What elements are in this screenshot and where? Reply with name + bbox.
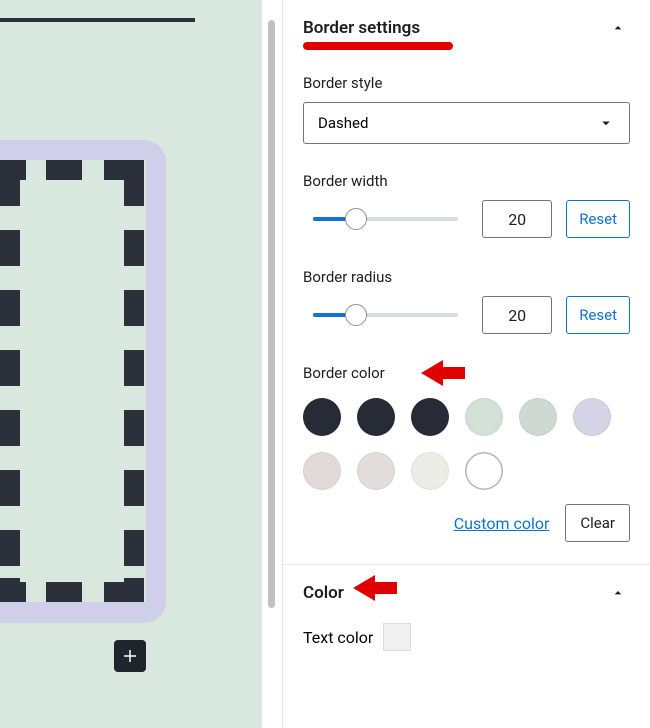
plus-icon [121, 647, 139, 665]
border-radius-slider[interactable] [303, 301, 468, 329]
chevron-up-icon [606, 16, 630, 40]
border-style-select[interactable]: Dashed [303, 102, 630, 144]
color-swatch[interactable] [465, 398, 503, 436]
border-settings-section: Border settings Border style Dashed Bord… [283, 0, 650, 565]
text-color-label: Text color [303, 628, 373, 647]
color-section: Color Text color [283, 565, 650, 651]
border-radius-field: Border radius Reset [303, 268, 630, 334]
border-color-swatches [303, 398, 630, 490]
border-width-reset[interactable]: Reset [566, 200, 630, 238]
clear-color-button[interactable]: Clear [565, 504, 630, 542]
border-settings-title: Border settings [303, 18, 420, 38]
color-swatch[interactable] [411, 452, 449, 490]
border-width-label: Border width [303, 172, 630, 190]
selected-block[interactable] [0, 140, 166, 623]
chevron-up-icon [606, 581, 630, 605]
color-section-title: Color [303, 583, 344, 603]
border-width-slider[interactable] [303, 205, 468, 233]
text-color-field: Text color [303, 623, 630, 651]
chevron-down-icon [597, 114, 615, 132]
border-width-field: Border width Reset [303, 172, 630, 238]
color-swatch[interactable] [573, 398, 611, 436]
color-swatch[interactable] [411, 398, 449, 436]
border-radius-input[interactable] [482, 296, 552, 334]
editor-canvas[interactable] [0, 0, 262, 728]
text-color-swatch[interactable] [383, 623, 411, 651]
border-style-label: Border style [303, 74, 630, 92]
color-swatch[interactable] [303, 452, 341, 490]
block-divider [0, 18, 195, 22]
color-swatch[interactable] [519, 398, 557, 436]
color-swatch[interactable] [357, 398, 395, 436]
border-width-input[interactable] [482, 200, 552, 238]
settings-panel: Border settings Border style Dashed Bord… [282, 0, 650, 728]
border-color-label: Border color [303, 364, 630, 382]
annotation-underline [303, 42, 453, 50]
border-style-value: Dashed [318, 114, 368, 132]
border-settings-toggle[interactable]: Border settings [303, 16, 630, 40]
color-swatch[interactable] [465, 452, 503, 490]
scrollbar-thumb[interactable] [268, 20, 275, 608]
color-swatch[interactable] [357, 452, 395, 490]
color-swatch[interactable] [303, 398, 341, 436]
custom-color-link[interactable]: Custom color [454, 514, 550, 533]
border-color-field: Border color Custom color Clear [303, 364, 630, 542]
add-block-button[interactable] [114, 640, 146, 672]
color-section-toggle[interactable]: Color [303, 581, 630, 605]
canvas-scrollbar[interactable] [262, 0, 282, 728]
border-radius-label: Border radius [303, 268, 630, 286]
border-radius-reset[interactable]: Reset [566, 296, 630, 334]
border-style-field: Border style Dashed [303, 74, 630, 144]
